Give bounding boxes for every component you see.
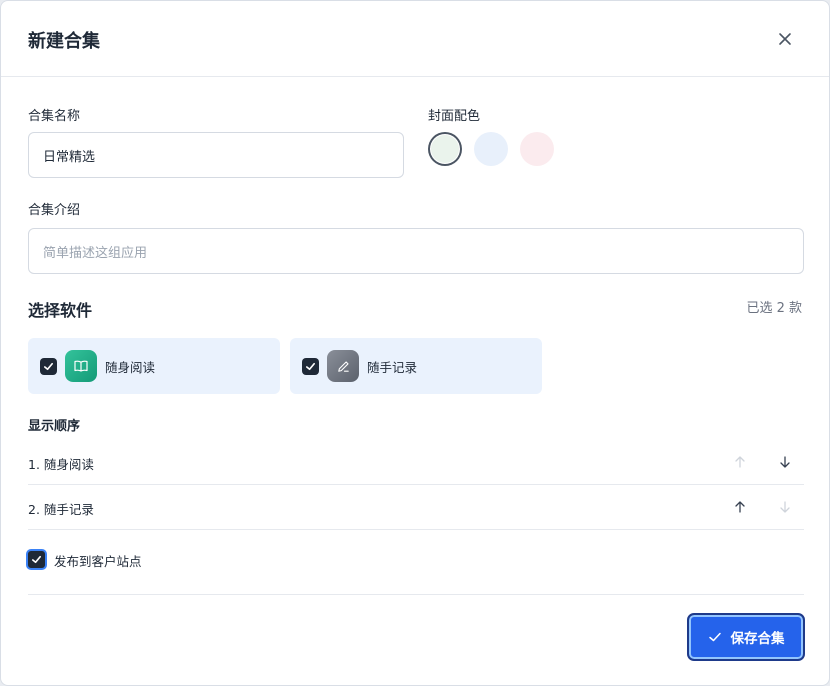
app-name-notes: 随手记录 xyxy=(367,360,418,375)
app-checkbox-reading[interactable] xyxy=(40,358,57,375)
color-swatch-pink[interactable] xyxy=(520,132,554,166)
color-label: 封面配色 xyxy=(428,109,481,124)
color-swatch-green[interactable] xyxy=(428,132,462,166)
publish-label: 发布到客户站点 xyxy=(54,554,142,569)
new-collection-dialog: 新建合集 合集名称 日常精选 封面配色 合集介绍 简单描述这组应用 选择软件 已… xyxy=(0,0,830,686)
app-checkbox-notes[interactable] xyxy=(302,358,319,375)
check-icon xyxy=(44,362,53,371)
move-up-button[interactable] xyxy=(728,495,752,519)
app-card-reading[interactable]: 随身阅读 xyxy=(28,338,280,394)
order-item-label: 2. 随手记录 xyxy=(28,502,94,517)
color-swatch-blue[interactable] xyxy=(474,132,508,166)
check-icon xyxy=(708,632,721,642)
dialog-title: 新建合集 xyxy=(28,31,100,52)
arrow-down-icon xyxy=(780,456,790,468)
dialog-header: 新建合集 xyxy=(1,1,829,77)
publish-checkbox[interactable] xyxy=(26,549,47,570)
pen-icon xyxy=(337,360,349,372)
save-button-label: 保存合集 xyxy=(730,631,785,647)
arrow-down-icon xyxy=(780,501,790,513)
order-row: 2. 随手记录 xyxy=(28,485,804,530)
order-row: 1. 随身阅读 xyxy=(28,440,804,485)
move-down-button[interactable] xyxy=(773,495,797,519)
arrow-up-icon xyxy=(735,501,745,513)
software-section-title: 选择软件 xyxy=(28,301,93,320)
arrow-up-icon xyxy=(735,456,745,468)
check-icon xyxy=(32,555,41,564)
check-icon xyxy=(306,362,315,371)
order-item-label: 1. 随身阅读 xyxy=(28,457,94,472)
order-section-title: 显示顺序 xyxy=(28,419,81,434)
intro-input[interactable]: 简单描述这组应用 xyxy=(28,228,804,274)
close-button[interactable] xyxy=(771,25,799,53)
intro-label: 合集介绍 xyxy=(28,203,81,218)
move-down-button[interactable] xyxy=(773,450,797,474)
selected-count: 已选 2 款 xyxy=(746,301,802,316)
save-collection-button[interactable]: 保存合集 xyxy=(687,613,805,661)
footer-divider xyxy=(28,594,804,595)
app-icon-notes xyxy=(327,350,359,382)
name-input-value: 日常精选 xyxy=(43,149,96,165)
move-up-button[interactable] xyxy=(728,450,752,474)
close-icon xyxy=(779,33,791,45)
app-card-notes[interactable]: 随手记录 xyxy=(290,338,542,394)
intro-input-placeholder: 简单描述这组应用 xyxy=(43,245,148,261)
book-icon xyxy=(74,360,88,372)
name-label: 合集名称 xyxy=(28,109,81,124)
name-input[interactable]: 日常精选 xyxy=(28,132,404,178)
app-icon-reading xyxy=(65,350,97,382)
app-name-reading: 随身阅读 xyxy=(105,360,156,375)
